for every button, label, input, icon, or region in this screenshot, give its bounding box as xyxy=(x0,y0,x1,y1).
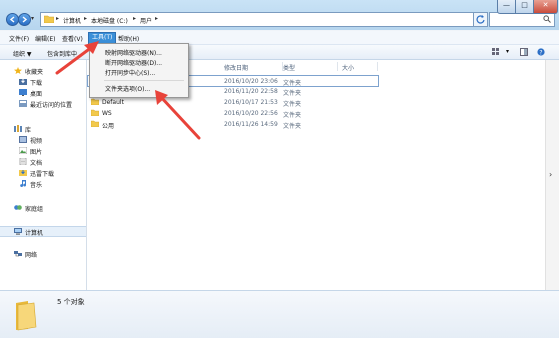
preview-pane-icon[interactable] xyxy=(520,48,528,56)
nav-computer-row[interactable]: 计算机 xyxy=(0,226,86,237)
details-pane: 5 个对象 xyxy=(0,290,559,338)
file-type: 文件夹 xyxy=(283,90,302,97)
file-date: 2016/10/20 23:06 xyxy=(224,78,278,85)
close-icon: ✕ xyxy=(542,1,549,9)
music-icon xyxy=(20,180,27,187)
folder-icon xyxy=(91,98,99,105)
homegroup-icon xyxy=(14,205,22,210)
videos-icon xyxy=(19,136,27,143)
nav-network[interactable]: 网络 xyxy=(25,250,37,259)
forward-button[interactable] xyxy=(18,13,31,26)
menu-item-disconnect-network-drive[interactable]: 断开网络驱动器(D)... xyxy=(105,58,162,67)
file-type: 文件夹 xyxy=(283,112,302,119)
file-row[interactable]: Default 2016/10/17 21:53 文件夹 xyxy=(87,97,545,108)
column-type[interactable]: 类型 xyxy=(283,63,295,72)
nav-desktop[interactable]: 桌面 xyxy=(30,89,42,98)
command-bar: 组织 ▼ 包含到库中 ▾ ? xyxy=(0,45,559,60)
menu-bar: 文件(F) 编辑(E) 查看(V) 工具(T) 帮助(H) xyxy=(0,31,559,45)
nav-documents[interactable]: 文档 xyxy=(30,158,42,167)
refresh-icon xyxy=(476,15,485,24)
nav-homegroup[interactable]: 家庭组 xyxy=(25,204,43,213)
tools-menu-dropdown: 映射网络驱动器(N)... 断开网络驱动器(D)... 打开同步中心(S)...… xyxy=(89,43,189,98)
view-dropdown-icon[interactable]: ▾ xyxy=(506,48,509,55)
title-bar: ▾ ▸ 计算机 ▸ 本地磁盘 (C:) ▸ 用户 ▸ — □ ✕ xyxy=(0,0,559,30)
column-date-modified[interactable]: 修改日期 xyxy=(224,63,248,72)
menu-item-map-network-drive[interactable]: 映射网络驱动器(N)... xyxy=(105,48,162,57)
navigation-pane: 收藏夹 下载 桌面 最近访问的位置 库 视频 图片 文档 迅雷下载 音乐 家庭组… xyxy=(0,60,87,290)
file-name: Default xyxy=(102,99,124,106)
file-type: 文件夹 xyxy=(283,123,302,130)
help-icon[interactable]: ? xyxy=(537,48,545,56)
folder-icon xyxy=(16,301,37,331)
computer-icon xyxy=(14,228,22,235)
close-button[interactable]: ✕ xyxy=(533,0,558,14)
include-in-library-button[interactable]: 包含到库中 xyxy=(47,49,77,58)
nav-videos[interactable]: 视频 xyxy=(30,136,42,145)
nav-thunder-download[interactable]: 迅雷下载 xyxy=(30,169,54,178)
pictures-icon xyxy=(19,147,27,154)
nav-libraries[interactable]: 库 xyxy=(25,125,31,134)
file-date: 2016/10/20 22:56 xyxy=(224,110,278,117)
file-date: 2016/11/26 14:59 xyxy=(224,121,278,128)
search-input[interactable] xyxy=(489,12,555,27)
breadcrumb-separator: ▸ xyxy=(56,15,60,22)
file-name: WS xyxy=(102,110,112,117)
breadcrumb-separator: ▸ xyxy=(155,15,159,22)
breadcrumb-separator: ▸ xyxy=(133,15,137,22)
item-count: 5 个对象 xyxy=(57,298,85,306)
menu-help[interactable]: 帮助(H) xyxy=(118,34,139,43)
minimize-icon: — xyxy=(503,1,510,9)
desktop-icon xyxy=(19,89,27,96)
explorer-window: ▾ ▸ 计算机 ▸ 本地磁盘 (C:) ▸ 用户 ▸ — □ ✕ 文件(F) 编… xyxy=(0,0,559,338)
folder-icon xyxy=(44,15,54,23)
maximize-button[interactable]: □ xyxy=(515,0,534,14)
minimize-button[interactable]: — xyxy=(497,0,516,14)
address-bar[interactable]: ▸ 计算机 ▸ 本地磁盘 (C:) ▸ 用户 ▸ xyxy=(40,12,474,27)
column-size[interactable]: 大小 xyxy=(342,63,354,72)
downloads-icon xyxy=(19,79,27,85)
library-icon xyxy=(14,125,22,132)
maximize-icon: □ xyxy=(521,1,528,9)
refresh-button[interactable] xyxy=(473,12,488,27)
back-arrow-icon xyxy=(9,16,15,23)
menu-file[interactable]: 文件(F) xyxy=(9,34,29,43)
breadcrumb-users[interactable]: 用户 xyxy=(140,16,152,25)
search-icon xyxy=(543,15,551,23)
nav-recent-places[interactable]: 最近访问的位置 xyxy=(30,100,72,109)
nav-music[interactable]: 音乐 xyxy=(30,180,42,189)
breadcrumb-separator: ▸ xyxy=(84,15,88,22)
menu-item-open-sync-center[interactable]: 打开同步中心(S)... xyxy=(105,68,155,77)
column-divider[interactable] xyxy=(337,62,338,71)
thunder-download-icon xyxy=(19,170,27,176)
file-date: 2016/10/17 21:53 xyxy=(224,99,278,106)
menu-view[interactable]: 查看(V) xyxy=(62,34,83,43)
recent-pages-dropdown[interactable]: ▾ xyxy=(31,15,37,22)
nav-pictures[interactable]: 图片 xyxy=(30,147,42,156)
forward-arrow-icon xyxy=(22,16,28,23)
menu-separator xyxy=(104,80,184,81)
nav-favorites[interactable]: 收藏夹 xyxy=(25,67,43,76)
breadcrumb-local-disk[interactable]: 本地磁盘 (C:) xyxy=(91,16,128,25)
menu-item-folder-options[interactable]: 文件夹选项(O)... xyxy=(105,84,150,93)
folder-icon xyxy=(91,109,99,116)
file-row[interactable]: WS 2016/10/20 22:56 文件夹 xyxy=(87,108,545,119)
file-row[interactable]: 公用 2016/11/26 14:59 文件夹 xyxy=(87,119,545,130)
network-icon xyxy=(14,251,22,257)
folder-icon xyxy=(91,120,99,127)
column-divider[interactable] xyxy=(377,62,378,71)
file-date: 2016/11/20 22:58 xyxy=(224,88,278,95)
nav-downloads[interactable]: 下载 xyxy=(30,78,42,87)
nav-computer: 计算机 xyxy=(25,230,44,237)
recent-places-icon xyxy=(19,100,27,107)
menu-edit[interactable]: 编辑(E) xyxy=(35,34,55,43)
chevron-right-icon[interactable]: › xyxy=(549,170,552,179)
file-type: 文件夹 xyxy=(283,101,302,108)
organize-button[interactable]: 组织 ▼ xyxy=(13,49,32,58)
breadcrumb-computer[interactable]: 计算机 xyxy=(63,16,81,25)
svg-text:?: ? xyxy=(539,49,542,56)
documents-icon xyxy=(19,158,27,165)
view-options-icon[interactable] xyxy=(492,48,500,56)
file-name: 公用 xyxy=(102,123,115,130)
star-icon xyxy=(14,67,22,74)
